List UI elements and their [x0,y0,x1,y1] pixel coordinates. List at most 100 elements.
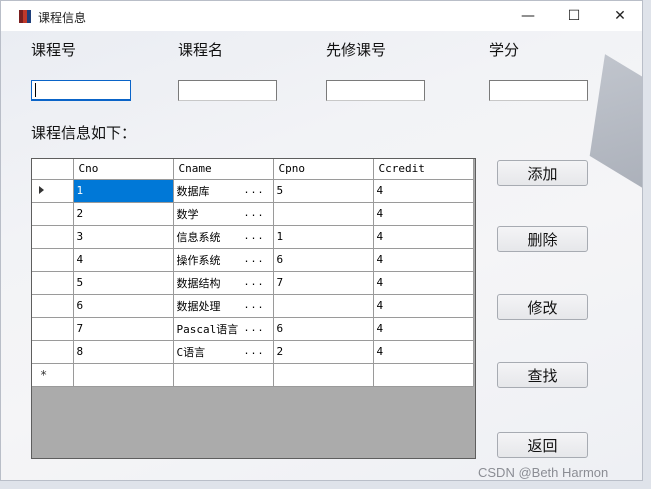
corner-header[interactable] [32,159,74,180]
delete-button[interactable]: 删除 [497,226,588,252]
new-row[interactable]: * [32,362,474,387]
cell-cname[interactable]: 数据处理... [172,293,274,318]
cell-cname-text: C语言 [176,345,206,359]
ellipsis-icon: ... [243,184,265,196]
cell-cname[interactable]: Pascal语言... [172,316,274,341]
ellipsis-icon: ... [243,322,265,334]
cell-cno[interactable]: 2 [72,201,174,226]
back-button[interactable]: 返回 [497,432,588,458]
cell-cno[interactable]: 1 [72,178,174,203]
cell-ccredit[interactable]: 4 [372,224,474,249]
cell-cpno[interactable]: 7 [272,270,374,295]
title-bar[interactable]: 课程信息 — ☐ ✕ [1,1,642,31]
cell-cname[interactable]: C语言... [172,339,274,364]
row-header[interactable] [32,270,74,295]
row-header[interactable] [32,247,74,272]
row-header[interactable] [32,316,74,341]
close-button[interactable]: ✕ [597,1,642,31]
row-header[interactable] [32,339,74,364]
course-table: Cno Cname Cpno Ccredit 1 数据库... 5 4 2 数学… [32,159,474,387]
background-decoration [589,54,642,198]
table-row[interactable]: 5 数据结构... 7 4 [32,270,474,295]
cell-cno[interactable]: 4 [72,247,174,272]
cell-cname-text: 操作系统 [176,253,221,267]
column-header-cname[interactable]: Cname [172,159,274,180]
cell-cpno[interactable]: 2 [272,339,374,364]
cell-cname[interactable]: 数据结构... [172,270,274,295]
table-row[interactable]: 4 操作系统... 6 4 [32,247,474,272]
ellipsis-icon: ... [243,345,265,357]
minimize-button[interactable]: — [505,1,551,31]
cell-ccredit[interactable]: 4 [372,270,474,295]
cell-cno[interactable]: 6 [72,293,174,318]
maximize-button[interactable]: ☐ [551,1,597,31]
cell-cname[interactable] [172,362,274,387]
row-header[interactable]: * [32,362,74,387]
table-row[interactable]: 1 数据库... 5 4 [32,178,474,203]
table-row[interactable]: 3 信息系统... 1 4 [32,224,474,249]
cell-cpno[interactable]: 6 [272,247,374,272]
text-caret [35,83,36,97]
cell-cname-text: 数据结构 [176,276,221,290]
cell-cpno[interactable]: 5 [272,178,374,203]
ccredit-input[interactable] [489,80,588,101]
ellipsis-icon: ... [243,299,265,311]
cell-ccredit[interactable] [372,362,474,387]
cell-cname[interactable]: 数据库... [172,178,274,203]
cell-cno[interactable]: 8 [72,339,174,364]
cell-ccredit[interactable]: 4 [372,293,474,318]
cell-ccredit[interactable]: 4 [372,178,474,203]
cell-cname[interactable]: 信息系统... [172,224,274,249]
table-row[interactable]: 2 数学... 4 [32,201,474,226]
label-ccredit: 学分 [489,41,520,59]
cell-cpno[interactable] [272,362,374,387]
cell-cpno[interactable] [272,201,374,226]
cell-cname[interactable]: 操作系统... [172,247,274,272]
cname-input[interactable] [178,80,277,101]
table-row[interactable]: 7 Pascal语言... 6 4 [32,316,474,341]
row-header[interactable] [32,293,74,318]
header-row: Cno Cname Cpno Ccredit [32,159,474,180]
add-button[interactable]: 添加 [497,160,588,186]
table-row[interactable]: 8 C语言... 2 4 [32,339,474,364]
label-cpno: 先修课号 [326,41,387,59]
watermark: CSDN @Beth Harmon [478,465,609,480]
cell-cname-text: 数据库 [176,184,210,198]
cell-ccredit[interactable]: 4 [372,247,474,272]
cell-cname-text: Pascal语言 [176,322,239,336]
ellipsis-icon: ... [243,230,265,242]
cell-cno[interactable]: 5 [72,270,174,295]
cell-cpno[interactable]: 1 [272,224,374,249]
row-header[interactable] [32,178,74,203]
column-header-cno[interactable]: Cno [72,159,174,180]
find-button[interactable]: 查找 [497,362,588,388]
cell-ccredit[interactable]: 4 [372,316,474,341]
column-header-cpno[interactable]: Cpno [272,159,374,180]
cell-cno[interactable] [72,362,174,387]
window-title: 课程信息 [38,11,87,25]
cell-ccredit[interactable]: 4 [372,201,474,226]
ellipsis-icon: ... [243,276,265,288]
new-row-asterisk-icon: * [40,367,48,382]
row-header[interactable] [32,201,74,226]
cell-cpno[interactable] [272,293,374,318]
cell-cno[interactable]: 7 [72,316,174,341]
minimize-icon: — [521,8,535,24]
cell-cpno[interactable]: 6 [272,316,374,341]
ellipsis-icon: ... [243,207,265,219]
current-row-arrow-icon [39,186,44,194]
section-label: 课程信息如下： [31,124,137,142]
cell-cname-text: 数学 [176,207,199,221]
cell-cname[interactable]: 数学... [172,201,274,226]
modify-button[interactable]: 修改 [497,294,588,320]
label-cno: 课程号 [31,41,77,59]
table-row[interactable]: 6 数据处理... 4 [32,293,474,318]
column-header-ccredit[interactable]: Ccredit [372,159,474,180]
cell-cno[interactable]: 3 [72,224,174,249]
row-header[interactable] [32,224,74,249]
cell-cname-text: 信息系统 [176,230,221,244]
course-data-grid[interactable]: Cno Cname Cpno Ccredit 1 数据库... 5 4 2 数学… [31,158,476,459]
cell-ccredit[interactable]: 4 [372,339,474,364]
cpno-input[interactable] [326,80,425,101]
cno-input[interactable] [31,80,131,101]
